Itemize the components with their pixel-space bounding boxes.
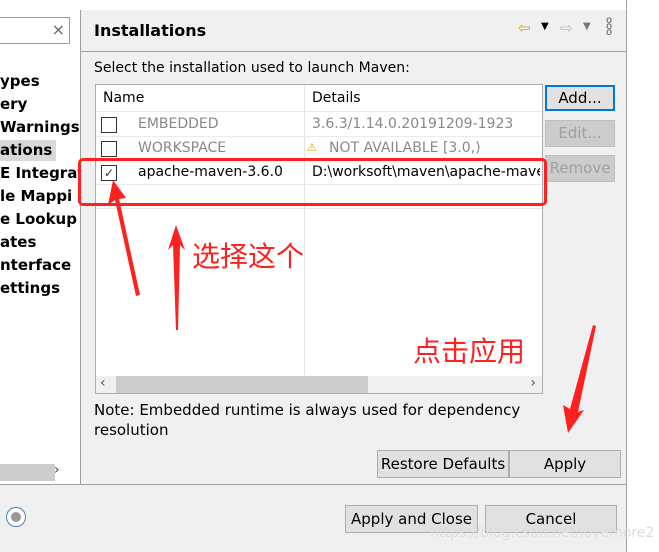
watermark: https://blog.csdn.net/lovemore2 — [430, 525, 655, 541]
arrow-annotation — [563, 325, 596, 433]
arrow-annotation — [108, 180, 140, 296]
annotation-click-apply: 点击应用 — [413, 335, 526, 368]
arrow-annotation — [168, 225, 185, 330]
annotation-select-this: 选择这个 — [192, 240, 305, 273]
annotation-arrows — [108, 180, 596, 433]
